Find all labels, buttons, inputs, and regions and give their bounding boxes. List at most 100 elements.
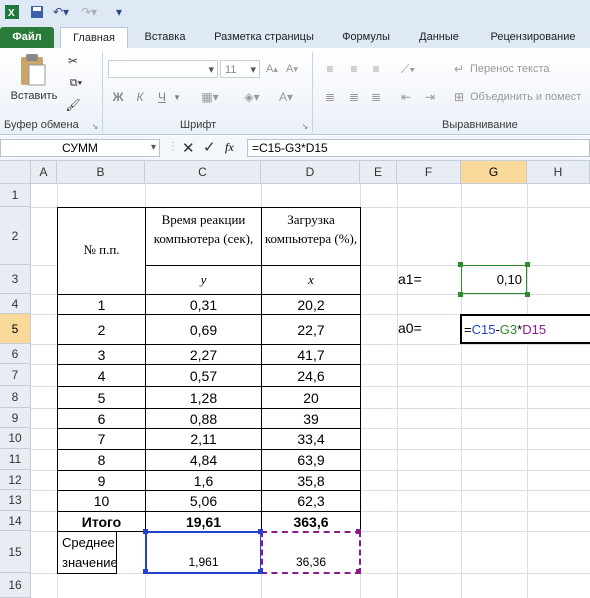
row-header-16[interactable]: 16 — [0, 573, 31, 598]
table-row-y[interactable]: 0,31 — [145, 294, 262, 315]
paste-icon[interactable] — [14, 52, 50, 88]
italic-button[interactable]: К — [132, 88, 148, 106]
total-y-cell[interactable]: 19,61 — [145, 511, 262, 532]
table-row-num[interactable]: 10 — [57, 490, 146, 512]
name-box-dropdown-icon[interactable]: ▾ — [151, 140, 156, 156]
column-header-h[interactable]: H — [527, 161, 590, 184]
cell-g3[interactable]: 0,10 — [461, 265, 527, 294]
font-size-combo[interactable]: 11 ▾ — [220, 60, 260, 78]
cut-icon[interactable]: ✂ — [64, 52, 82, 70]
enter-icon[interactable]: ✓ — [203, 138, 216, 156]
row-header-5[interactable]: 5 — [0, 314, 31, 344]
column-header-f[interactable]: F — [397, 161, 461, 184]
format-painter-icon[interactable]: 🖌 — [64, 96, 82, 114]
align-middle-icon[interactable]: ≡ — [344, 60, 364, 78]
dialog-launcher-icon[interactable]: ↘ — [90, 120, 100, 132]
undo-icon[interactable]: ↶▾ — [50, 3, 72, 20]
table-row-y[interactable]: 2,11 — [145, 428, 262, 450]
select-all-corner[interactable] — [0, 161, 31, 184]
underline-button[interactable]: Ч — [154, 88, 170, 106]
tab-file[interactable]: Файл — [0, 27, 54, 48]
tab-data[interactable]: Данные — [406, 27, 472, 48]
tab-insert[interactable]: Вставка — [132, 27, 198, 48]
font-color-icon[interactable]: A▾ — [274, 88, 298, 106]
resize-handle-icon[interactable]: ⋮ — [168, 141, 178, 152]
row-header-15[interactable]: 15 — [0, 531, 31, 573]
row-header-14[interactable]: 14 — [0, 511, 31, 531]
range-handle-icon[interactable] — [143, 569, 148, 574]
column-header-b[interactable]: B — [57, 161, 145, 184]
range-handle-icon[interactable] — [458, 262, 463, 267]
row-header-12[interactable]: 12 — [0, 470, 31, 490]
table-row-x[interactable]: 63,9 — [261, 449, 361, 471]
merge-center-button[interactable]: Объединить и помест — [470, 91, 581, 103]
mean-y-cell[interactable]: 1,961 — [145, 531, 262, 574]
column-header-c[interactable]: C — [145, 161, 261, 184]
column-header-g[interactable]: G — [461, 161, 527, 184]
table-row-num[interactable]: 1 — [57, 294, 146, 315]
cell-g5-editing[interactable]: =C15-G3*D15 — [460, 314, 590, 344]
font-name-combo[interactable]: ▾ — [108, 60, 218, 78]
shrink-font-icon[interactable]: A ▾ — [284, 60, 300, 78]
table-row-y[interactable]: 4,84 — [145, 449, 262, 471]
table-row-y[interactable]: 5,06 — [145, 490, 262, 512]
borders-icon[interactable]: ▦▾ — [198, 88, 222, 106]
table-row-y[interactable]: 0,57 — [145, 364, 262, 387]
row-header-7[interactable]: 7 — [0, 364, 31, 386]
table-row-y[interactable]: 1,6 — [145, 470, 262, 491]
range-handle-icon[interactable] — [525, 292, 530, 297]
tab-page-layout[interactable]: Разметка страницы — [202, 27, 326, 48]
var-y-cell[interactable]: y — [145, 265, 262, 295]
row-header-8[interactable]: 8 — [0, 386, 31, 408]
table-row-num[interactable]: 6 — [57, 408, 146, 429]
bold-button[interactable]: Ж — [110, 88, 126, 106]
table-row-num[interactable]: 4 — [57, 364, 146, 387]
formula-input[interactable]: =C15-G3*D15 — [247, 139, 590, 157]
total-label-cell[interactable]: Итого — [57, 511, 146, 532]
header-num-cell[interactable]: № п.п. — [57, 207, 146, 266]
align-right-icon[interactable]: ≣ — [366, 88, 386, 106]
table-row-x[interactable]: 20,2 — [261, 294, 361, 315]
copy-icon[interactable]: ⧉▾ — [64, 74, 88, 92]
table-row-num[interactable]: 2 — [57, 314, 146, 345]
table-row-x[interactable]: 35,8 — [261, 470, 361, 491]
table-row-num[interactable]: 5 — [57, 386, 146, 409]
name-box[interactable]: СУММ ▾ — [0, 139, 160, 157]
range-handle-icon[interactable] — [525, 262, 530, 267]
tab-home[interactable]: Главная — [60, 27, 128, 49]
underline-dropdown-icon[interactable]: ▾ — [172, 88, 182, 106]
wrap-text-icon[interactable]: ↵ — [452, 60, 466, 78]
table-row-num[interactable]: 9 — [57, 470, 146, 491]
table-row-num[interactable]: 8 — [57, 449, 146, 471]
mean-x-cell[interactable]: 36,36 — [261, 531, 361, 574]
tab-formulas[interactable]: Формулы — [330, 27, 402, 48]
paste-button[interactable]: Вставить — [6, 90, 62, 102]
total-x-cell[interactable]: 363,6 — [261, 511, 361, 532]
row-header-10[interactable]: 10 — [0, 428, 31, 449]
column-header-e[interactable]: E — [360, 161, 397, 184]
orientation-icon[interactable]: ⟋▾ — [396, 60, 420, 78]
table-row-num[interactable]: 3 — [57, 344, 146, 365]
header-num-blank[interactable] — [57, 265, 146, 295]
fill-color-icon[interactable]: ◈▾ — [240, 88, 264, 106]
cancel-icon[interactable]: ✕ — [182, 139, 195, 157]
header-c-cell[interactable]: Время реакции компьютера (сек), — [145, 207, 262, 266]
row-header-3[interactable]: 3 — [0, 265, 31, 294]
range-handle-icon[interactable] — [258, 569, 263, 574]
font-dialog-launcher-icon[interactable]: ↘ — [300, 120, 310, 132]
column-header-a[interactable]: A — [31, 161, 57, 184]
table-row-num[interactable]: 7 — [57, 428, 146, 450]
range-handle-icon[interactable] — [143, 529, 148, 534]
tab-review[interactable]: Рецензирование — [476, 27, 590, 48]
row-header-1[interactable]: 1 — [0, 184, 31, 207]
range-handle-icon[interactable] — [356, 529, 361, 534]
table-row-x[interactable]: 24,6 — [261, 364, 361, 387]
redo-icon[interactable]: ↷▾ — [78, 3, 100, 20]
table-row-x[interactable]: 33,4 — [261, 428, 361, 450]
table-row-x[interactable]: 20 — [261, 386, 361, 409]
table-row-y[interactable]: 2,27 — [145, 344, 262, 365]
row-header-9[interactable]: 9 — [0, 408, 31, 428]
row-header-13[interactable]: 13 — [0, 490, 31, 511]
row-header-6[interactable]: 6 — [0, 344, 31, 364]
customize-toolbar-icon[interactable]: ▾ — [112, 3, 126, 20]
